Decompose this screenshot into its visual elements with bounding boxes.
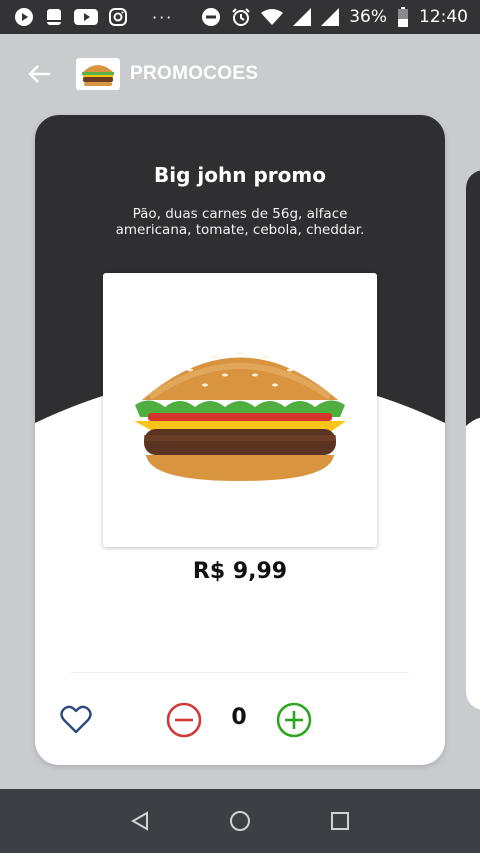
back-arrow-icon[interactable]	[26, 60, 54, 88]
product-name: Big john promo	[154, 163, 326, 187]
product-description: Pão, duas carnes de 56g, alface american…	[115, 206, 365, 238]
app-header: PROMOCOES	[0, 34, 480, 114]
signal-icon	[293, 8, 312, 26]
youtube-icon	[74, 8, 98, 26]
quantity-value: 0	[231, 705, 247, 730]
more-notifications-indicator: ···	[152, 7, 174, 27]
nav-home-icon[interactable]	[220, 801, 260, 841]
status-bar-right: 36% 12:40	[201, 7, 468, 27]
minus-circle-icon[interactable]	[166, 702, 202, 738]
do-not-disturb-icon	[201, 7, 221, 27]
product-price: R$ 9,99	[192, 559, 288, 584]
status-bar-left: ···	[14, 7, 173, 27]
wifi-icon	[261, 8, 284, 26]
battery-percent: 36%	[349, 7, 387, 27]
page-title: PROMOCOES	[130, 63, 259, 84]
system-navigation-bar	[0, 789, 480, 853]
burger-image	[103, 273, 377, 547]
battery-icon	[397, 7, 409, 27]
peek-card-background	[466, 170, 480, 426]
divider	[71, 672, 409, 673]
clock: 12:40	[419, 7, 468, 27]
status-bar: ··· 36% 12:40	[0, 0, 480, 34]
signal-icon	[321, 8, 340, 26]
storage-icon	[44, 7, 64, 27]
product-card: Big john promo Pão, duas carnes de 56g, …	[35, 115, 445, 765]
plus-circle-icon[interactable]	[276, 702, 312, 738]
video-icon	[14, 7, 34, 27]
instagram-icon	[108, 7, 128, 27]
next-product-card-peek[interactable]	[466, 170, 480, 710]
heart-icon[interactable]	[59, 703, 93, 737]
burger-logo-icon	[76, 58, 120, 90]
burger-illustration	[134, 351, 346, 481]
nav-back-icon[interactable]	[120, 801, 160, 841]
alarm-icon	[231, 7, 251, 27]
nav-recents-icon[interactable]	[320, 801, 360, 841]
